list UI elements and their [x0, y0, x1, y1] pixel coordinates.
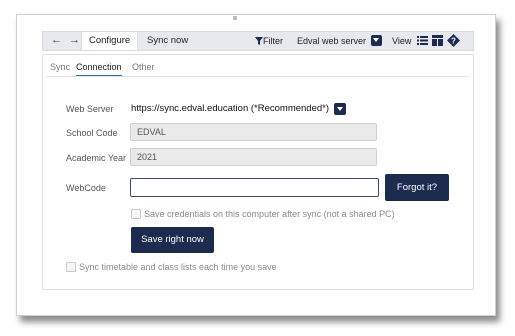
top-toolbar: ← → Configure Sync now Filter Edval web …: [42, 31, 474, 51]
settings-panel: [42, 54, 474, 290]
forgot-button[interactable]: Forgot it?: [385, 174, 449, 201]
chevron-down-icon[interactable]: [371, 35, 382, 46]
school-code-label: School Code: [66, 128, 118, 138]
view-label: View: [392, 36, 412, 46]
webcode-label: WebCode: [66, 183, 106, 193]
save-credentials-checkbox[interactable]: [131, 209, 141, 219]
filter-button[interactable]: Filter: [255, 32, 283, 50]
save-credentials-label: Save credentials on this computer after …: [144, 209, 395, 219]
save-right-now-button[interactable]: Save right now: [131, 227, 214, 253]
chevron-down-icon[interactable]: [334, 103, 346, 115]
svg-text:?: ?: [451, 37, 456, 46]
sync-each-save-checkbox[interactable]: [66, 262, 76, 272]
web-server-label: Web Server: [66, 104, 114, 114]
filter-icon: [255, 37, 263, 45]
subtab-sync[interactable]: Sync: [50, 62, 70, 72]
academic-year-field: 2021: [130, 148, 377, 166]
tab-sync-now[interactable]: Sync now: [141, 32, 194, 50]
school-selector[interactable]: Edval web server: [297, 32, 366, 50]
web-server-select[interactable]: https://sync.edval.education (*Recommend…: [131, 102, 329, 116]
subtab-divider: [46, 76, 468, 77]
filter-label: Filter: [263, 36, 283, 46]
academic-year-label: Academic Year: [66, 153, 127, 163]
column-view-icon[interactable]: [432, 35, 443, 46]
back-forward-arrows[interactable]: ← →: [51, 34, 82, 46]
list-view-icon[interactable]: [417, 35, 428, 46]
webcode-input[interactable]: [130, 178, 379, 197]
subtab-connection[interactable]: Connection: [76, 62, 122, 77]
window-grip: [233, 16, 237, 20]
tab-configure[interactable]: Configure: [81, 32, 139, 50]
school-code-field: EDVAL: [130, 123, 377, 141]
subtab-other[interactable]: Other: [132, 62, 155, 72]
help-icon[interactable]: ?: [447, 34, 460, 47]
sync-each-save-label: Sync timetable and class lists each time…: [79, 262, 277, 272]
